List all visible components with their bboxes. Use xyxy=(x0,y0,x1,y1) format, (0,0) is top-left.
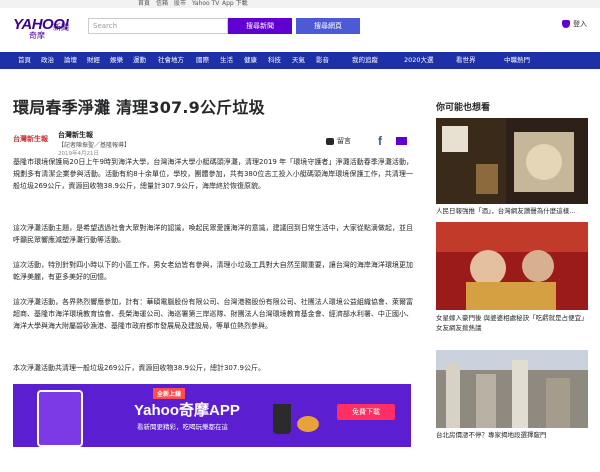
site-header: YAHOO! 奇摩 新聞 Search 搜尋新聞 搜尋網頁 登入 xyxy=(0,8,600,52)
comment-icon xyxy=(326,137,334,145)
search-web-button[interactable]: 搜尋網頁 xyxy=(296,18,360,34)
ad-slogan: 看新聞更精彩，吃喝玩樂都在這 xyxy=(137,423,228,431)
utility-link-app[interactable]: App 下載 xyxy=(222,0,248,8)
nav-item-video[interactable]: 影音 xyxy=(316,52,329,69)
source-logo: 台灣新生報 xyxy=(13,134,48,143)
nav-item-society[interactable]: 社會地方 xyxy=(158,52,184,69)
logo-sub-kimo: 奇摩 xyxy=(29,31,45,40)
facebook-share-icon[interactable]: f xyxy=(378,134,382,148)
article-paragraph: 基隆市環境保護局20日上午9時到海洋大學，台灣海洋大學小艇碼頭淨灘，清理2019… xyxy=(13,158,413,190)
category-nav: 首頁 政治 論壇 財經 娛樂 運動 社會地方 國際 生活 健康 科技 天氣 影音… xyxy=(0,52,600,69)
utility-link-mail[interactable]: 信箱 xyxy=(156,0,168,8)
search-news-button[interactable]: 搜尋新聞 xyxy=(228,18,292,34)
nav-item-home[interactable]: 首頁 xyxy=(18,52,31,69)
utility-bar: 首頁 信箱 股市 Yahoo TV App 下載 xyxy=(0,0,600,8)
user-icon xyxy=(562,20,570,28)
nav-item-life[interactable]: 生活 xyxy=(220,52,233,69)
article-title: 環局春季淨灘 清理307.9公斤垃圾 xyxy=(13,98,265,117)
search-input[interactable]: Search xyxy=(88,18,228,34)
sidebar-caption-1[interactable]: 人民日報強推「酒」，台灣網友讚聲為什麼這樣… xyxy=(436,206,590,216)
article-paragraph: 這次活動，特別針對四小時以下的小區工作，男女老幼皆有參與，清理小垃圾工具對大自然… xyxy=(13,261,413,281)
nav-item-world[interactable]: 國際 xyxy=(196,52,209,69)
logo-sub-news: 新聞 xyxy=(53,23,69,32)
comment-label: 留言 xyxy=(337,137,351,145)
nav-item-following[interactable]: 我的追蹤 xyxy=(352,52,378,69)
nav-item-health[interactable]: 健康 xyxy=(244,52,257,69)
article-author: 【記者陳振聖／基隆報導】 xyxy=(58,142,131,149)
nav-item-forum[interactable]: 論壇 xyxy=(64,52,77,69)
nav-item-entertainment[interactable]: 娛樂 xyxy=(110,52,123,69)
coffee-cup-illustration xyxy=(273,404,291,434)
donut-illustration xyxy=(297,416,319,432)
mail-share-icon[interactable] xyxy=(396,137,407,145)
sidebar-thumb-2[interactable] xyxy=(436,222,588,310)
nav-item-election[interactable]: 2020大選 xyxy=(404,52,434,69)
article-paragraph: 這次淨灘活動，各界熱烈響應參加，計有：華碩電腦股份有限公司、台灣港務股份有限公司… xyxy=(13,298,413,330)
nav-item-world-view[interactable]: 看世界 xyxy=(456,52,476,69)
nav-item-weather[interactable]: 天氣 xyxy=(292,52,305,69)
phone-illustration xyxy=(37,390,83,447)
nav-item-tech[interactable]: 科技 xyxy=(268,52,281,69)
utility-link-stocks[interactable]: 股市 xyxy=(174,0,186,8)
nav-item-finance[interactable]: 財經 xyxy=(87,52,100,69)
utility-link-home[interactable]: 首頁 xyxy=(138,0,150,8)
source-name[interactable]: 台灣新生報 xyxy=(58,130,93,140)
utility-link-tv[interactable]: Yahoo TV xyxy=(192,0,219,8)
ad-brand: Yahoo奇摩APP xyxy=(134,402,240,419)
nav-item-politics[interactable]: 政治 xyxy=(41,52,54,69)
nav-item-sports[interactable]: 運動 xyxy=(133,52,146,69)
login-label: 登入 xyxy=(573,20,587,28)
sidebar-caption-3[interactable]: 台北房價漲不停？專家揭地段選擇竅門 xyxy=(436,430,590,440)
app-ad-banner[interactable]: 全新上線 Yahoo奇摩APP 看新聞更精彩，吃喝玩樂都在這 免費下載 xyxy=(13,384,411,447)
login-button[interactable]: 登入 xyxy=(562,19,587,29)
ad-tag: 全新上線 xyxy=(153,388,186,399)
sidebar-thumb-3[interactable] xyxy=(436,350,588,428)
sidebar-title: 你可能也想看 xyxy=(436,103,491,113)
ad-download-button[interactable]: 免費下載 xyxy=(337,404,395,420)
nav-item-cpbl[interactable]: 中職熱門 xyxy=(504,52,530,69)
sidebar-caption-2[interactable]: 女星嫁入豪門後 與婆婆相處秘訣「吃虧就是占便宜」 女友網友掀熱議 xyxy=(436,313,590,333)
comment-button[interactable]: 留言 xyxy=(326,136,351,146)
sidebar-thumb-1[interactable] xyxy=(436,118,588,204)
article-paragraph: 本次淨灘活動共清理一般垃圾269公斤，資源回收物38.9公斤，總計307.9公斤… xyxy=(13,364,265,372)
yahoo-logo[interactable]: YAHOO! 奇摩 新聞 xyxy=(13,14,83,48)
article-paragraph: 這次淨灘活動主題，是希望透過社會大眾對海洋的認識，喚起民眾愛護海洋的意識，建議回… xyxy=(13,224,413,244)
